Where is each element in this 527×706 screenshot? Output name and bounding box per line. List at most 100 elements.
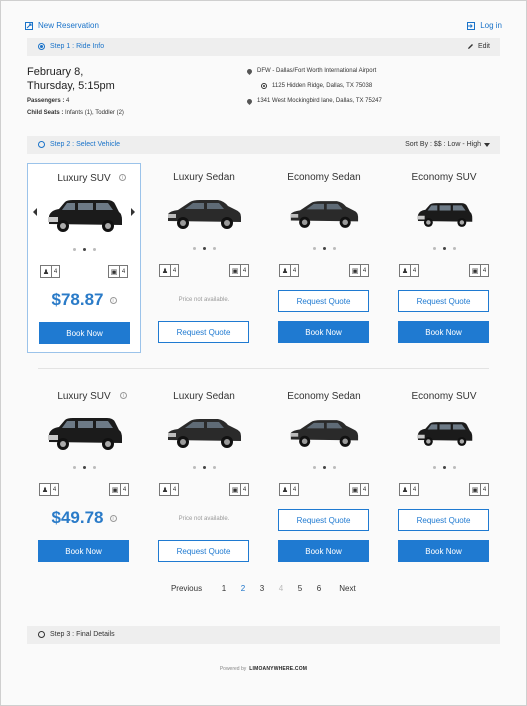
request-quote-button[interactable]: Request Quote	[278, 509, 369, 531]
pager-next[interactable]: Next	[333, 584, 363, 593]
carousel-dot[interactable]	[432, 466, 436, 469]
vehicle-card[interactable]: Economy SUV ♟ 4 ▣ 4 Request Quote Book Now	[387, 163, 501, 353]
ride-date-line2: Thursday, 5:15pm	[27, 80, 115, 92]
request-quote-button[interactable]: Request Quote	[278, 290, 369, 312]
vehicle-image	[166, 416, 242, 455]
carousel-dot[interactable]	[72, 466, 76, 469]
new-reservation-link[interactable]: New Reservation	[25, 21, 99, 30]
sort-dropdown[interactable]: Sort By : $$ : Low - High	[405, 141, 490, 148]
next-arrow-icon[interactable]	[131, 208, 135, 216]
vehicle-card[interactable]: Economy SUV ♟ 4 ▣ 4 Request Quote Book Now	[387, 382, 501, 572]
image-carousel-dots[interactable]	[147, 247, 261, 250]
people-icon: ♟	[400, 484, 411, 495]
book-now-button[interactable]: Book Now	[398, 540, 489, 562]
image-carousel-dots[interactable]	[387, 247, 501, 250]
pager-page[interactable]: 1	[215, 584, 234, 593]
price-info-icon[interactable]: i	[109, 297, 117, 305]
image-carousel-dots[interactable]	[267, 466, 381, 469]
carousel-dot[interactable]	[92, 248, 96, 251]
vehicle-card[interactable]: Luxury SUV i ♟ 4 ▣ 4 $78.87 i Book Now	[27, 163, 141, 353]
login-link[interactable]: Log in	[467, 21, 502, 30]
carousel-dot[interactable]	[202, 247, 206, 250]
book-now-button[interactable]: Book Now	[39, 322, 130, 344]
vehicle-image	[45, 416, 123, 457]
carousel-dot[interactable]	[322, 247, 326, 250]
prev-arrow-icon[interactable]	[33, 208, 37, 216]
passenger-count: 4	[172, 486, 177, 493]
image-carousel-dots[interactable]	[27, 466, 141, 469]
carousel-dot[interactable]	[92, 466, 96, 469]
caret-down-icon	[484, 142, 490, 147]
carousel-dot[interactable]	[442, 247, 446, 250]
people-icon: ♟	[160, 484, 171, 495]
vehicle-card[interactable]: Economy Sedan ♟ 4 ▣ 4 Request Quote Book Now	[267, 163, 381, 353]
vehicle-name: Luxury Sedan	[173, 391, 235, 402]
vehicle-price: $49.78 i	[27, 508, 141, 528]
image-carousel-dots[interactable]	[147, 466, 261, 469]
carousel-dot[interactable]	[82, 466, 86, 469]
book-now-button[interactable]: Book Now	[38, 540, 129, 562]
image-carousel-dots[interactable]	[267, 247, 381, 250]
luggage-icon: ▣	[230, 484, 241, 495]
passenger-capacity: ♟ 4	[399, 483, 419, 496]
carousel-dot[interactable]	[312, 247, 316, 250]
passenger-count: 4	[52, 486, 57, 493]
pager-page[interactable]: 2	[234, 584, 253, 593]
request-quote-button[interactable]: Request Quote	[398, 290, 489, 312]
passenger-capacity: ♟ 4	[159, 483, 179, 496]
carousel-dot[interactable]	[432, 247, 436, 250]
image-carousel-dots[interactable]	[387, 466, 501, 469]
carousel-dot[interactable]	[72, 248, 76, 251]
carousel-dot[interactable]	[442, 466, 446, 469]
carousel-dot[interactable]	[332, 247, 336, 250]
people-icon: ♟	[280, 265, 291, 276]
vehicle-card[interactable]: Luxury SUV i ♟ 4 ▣ 4 $49.78 i Book Now	[27, 382, 141, 572]
pager-pages: 123456	[215, 584, 329, 593]
carousel-dot[interactable]	[322, 466, 326, 469]
luggage-count: 4	[242, 486, 247, 493]
info-icon[interactable]: i	[120, 392, 127, 399]
step3-bar[interactable]: Step 3 : Final Details	[27, 626, 500, 644]
pager-previous[interactable]: Previous	[165, 584, 209, 593]
luggage-count: 4	[362, 486, 367, 493]
carousel-dot[interactable]	[332, 466, 336, 469]
step1-bar[interactable]: Step 1 : Ride Info Edit	[27, 38, 500, 56]
carousel-dot[interactable]	[202, 466, 206, 469]
vehicle-image	[289, 197, 359, 236]
carousel-dot[interactable]	[212, 247, 216, 250]
request-quote-button[interactable]: Request Quote	[158, 321, 249, 343]
people-icon: ♟	[160, 265, 171, 276]
book-now-button[interactable]: Book Now	[278, 321, 369, 343]
carousel-dot[interactable]	[192, 466, 196, 469]
pager-page[interactable]: 5	[291, 584, 310, 593]
luggage-icon: ▣	[110, 484, 121, 495]
booking-widget: New Reservation Log in Step 1 : Ride Inf…	[0, 0, 527, 706]
vehicle-card[interactable]: Economy Sedan ♟ 4 ▣ 4 Request Quote Book Now	[267, 382, 381, 572]
image-carousel-dots[interactable]	[28, 248, 140, 251]
step2-bar[interactable]: Step 2 : Select Vehicle Sort By : $$ : L…	[27, 136, 500, 154]
step3-title: Step 3 : Final Details	[38, 631, 115, 638]
vehicle-card[interactable]: Luxury Sedan ♟ 4 ▣ 4 Price not available. Req…	[147, 163, 261, 353]
people-icon: ♟	[400, 265, 411, 276]
vehicle-card[interactable]: Luxury Sedan ♟ 4 ▣ 4 Price not available. Req…	[147, 382, 261, 572]
carousel-dot[interactable]	[212, 466, 216, 469]
pager-page[interactable]: 4	[272, 584, 291, 593]
edit-button[interactable]: Edit	[467, 43, 490, 50]
passenger-capacity: ♟ 4	[279, 264, 299, 277]
carousel-dot[interactable]	[192, 247, 196, 250]
passenger-capacity: ♟ 4	[39, 483, 59, 496]
request-quote-button[interactable]: Request Quote	[158, 540, 249, 562]
vehicle-name: Economy Sedan	[287, 391, 361, 402]
pager-page[interactable]: 6	[310, 584, 329, 593]
price-info-icon[interactable]: i	[109, 515, 117, 523]
book-now-button[interactable]: Book Now	[398, 321, 489, 343]
carousel-dot[interactable]	[82, 248, 86, 251]
request-quote-button[interactable]: Request Quote	[398, 509, 489, 531]
carousel-dot[interactable]	[452, 247, 456, 250]
book-now-button[interactable]: Book Now	[278, 540, 369, 562]
stop-icon	[261, 83, 267, 89]
carousel-dot[interactable]	[312, 466, 316, 469]
carousel-dot[interactable]	[452, 466, 456, 469]
info-icon[interactable]: i	[119, 174, 126, 181]
pager-page[interactable]: 3	[253, 584, 272, 593]
